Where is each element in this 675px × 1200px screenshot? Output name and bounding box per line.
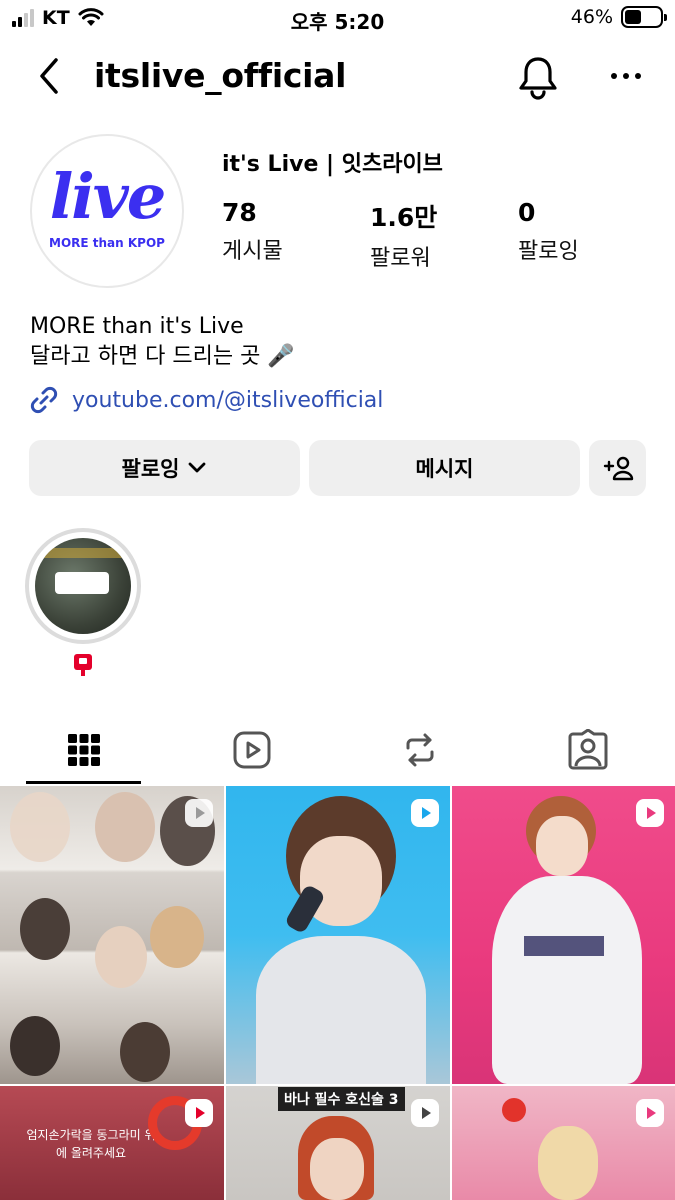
post-caption: 바나 필수 호신술 3: [278, 1087, 405, 1111]
status-bar: KT 오후 5:20 46%: [0, 0, 675, 38]
profile-tabs: [0, 715, 675, 785]
reel-badge-icon: [636, 1099, 664, 1127]
stat-following-count: 0: [518, 198, 536, 227]
grid-post[interactable]: 엄지손가락을 동그라미 위에 올려주세요: [0, 1086, 224, 1200]
stat-posts-label: 게시물: [222, 239, 283, 264]
link-icon: [30, 386, 58, 414]
stat-following[interactable]: 0 팔로잉: [518, 198, 579, 265]
tagged-icon: [568, 729, 608, 770]
grid-post[interactable]: [452, 1086, 675, 1200]
stat-posts[interactable]: 78 게시물: [222, 198, 283, 265]
active-tab-indicator: [26, 781, 141, 784]
profile-link[interactable]: youtube.com/@itsliveofficial: [28, 384, 383, 416]
stat-followers[interactable]: 1.6만 팔로워: [370, 198, 437, 272]
tab-reposts[interactable]: [336, 715, 504, 785]
tab-tagged[interactable]: [504, 715, 672, 785]
suggested-users-button[interactable]: [589, 440, 646, 496]
profile-username: itslive_official: [94, 56, 347, 95]
highlight-label-icon: [74, 654, 92, 676]
stat-followers-label: 팔로워: [370, 246, 431, 271]
chevron-left-icon: [40, 58, 58, 94]
tab-reels[interactable]: [168, 715, 336, 785]
reels-icon: [233, 731, 271, 769]
reel-badge-icon: [185, 1099, 213, 1127]
story-highlight[interactable]: [25, 528, 141, 644]
back-button[interactable]: [30, 54, 70, 98]
stat-posts-count: 78: [222, 198, 257, 227]
grid-post[interactable]: [0, 786, 224, 1084]
avatar-logo-text: live: [49, 160, 167, 233]
bio-line-2: 달라고 하면 다 드리는 곳 🎤: [30, 344, 295, 369]
message-label: 메시지: [415, 457, 474, 481]
grid-post[interactable]: [226, 786, 450, 1084]
more-options-button[interactable]: [604, 56, 648, 96]
message-button[interactable]: 메시지: [309, 440, 580, 496]
bell-icon: [519, 57, 557, 100]
chevron-down-icon: [189, 462, 206, 473]
bio-line-1: MORE than it's Live: [30, 314, 244, 339]
reel-badge-icon: [411, 1099, 439, 1127]
display-name: it's Live | 잇츠라이브: [222, 152, 443, 177]
following-label: 팔로잉: [121, 457, 180, 481]
stat-followers-count: 1.6만: [370, 203, 438, 232]
repost-icon: [406, 733, 434, 767]
profile-avatar[interactable]: live MORE than KPOP: [30, 134, 184, 288]
following-button[interactable]: 팔로잉: [29, 440, 300, 496]
reel-badge-icon: [636, 799, 664, 827]
profile-header: itslive_official: [0, 40, 675, 112]
avatar-tagline: MORE than KPOP: [49, 236, 165, 250]
grid-post[interactable]: 바나 필수 호신술 3: [226, 1086, 450, 1200]
highlight-thumbnail: [35, 538, 131, 634]
battery-percent: 46%: [570, 6, 613, 28]
tab-posts[interactable]: [0, 715, 168, 785]
grid-icon: [68, 734, 100, 766]
grid-post[interactable]: [452, 786, 675, 1084]
battery-icon: [621, 6, 667, 28]
link-text: youtube.com/@itsliveofficial: [72, 387, 384, 413]
reel-badge-icon: [411, 799, 439, 827]
add-person-icon: [603, 456, 633, 481]
post-caption: 엄지손가락을 동그라미 위에 올려주세요: [26, 1128, 156, 1160]
more-horizontal-icon: [611, 73, 641, 79]
notifications-button[interactable]: [516, 54, 560, 100]
stat-following-label: 팔로잉: [518, 239, 579, 264]
reel-badge-icon: [185, 799, 213, 827]
profile-bio: MORE than it's Live 달라고 하면 다 드리는 곳 🎤: [30, 312, 295, 372]
